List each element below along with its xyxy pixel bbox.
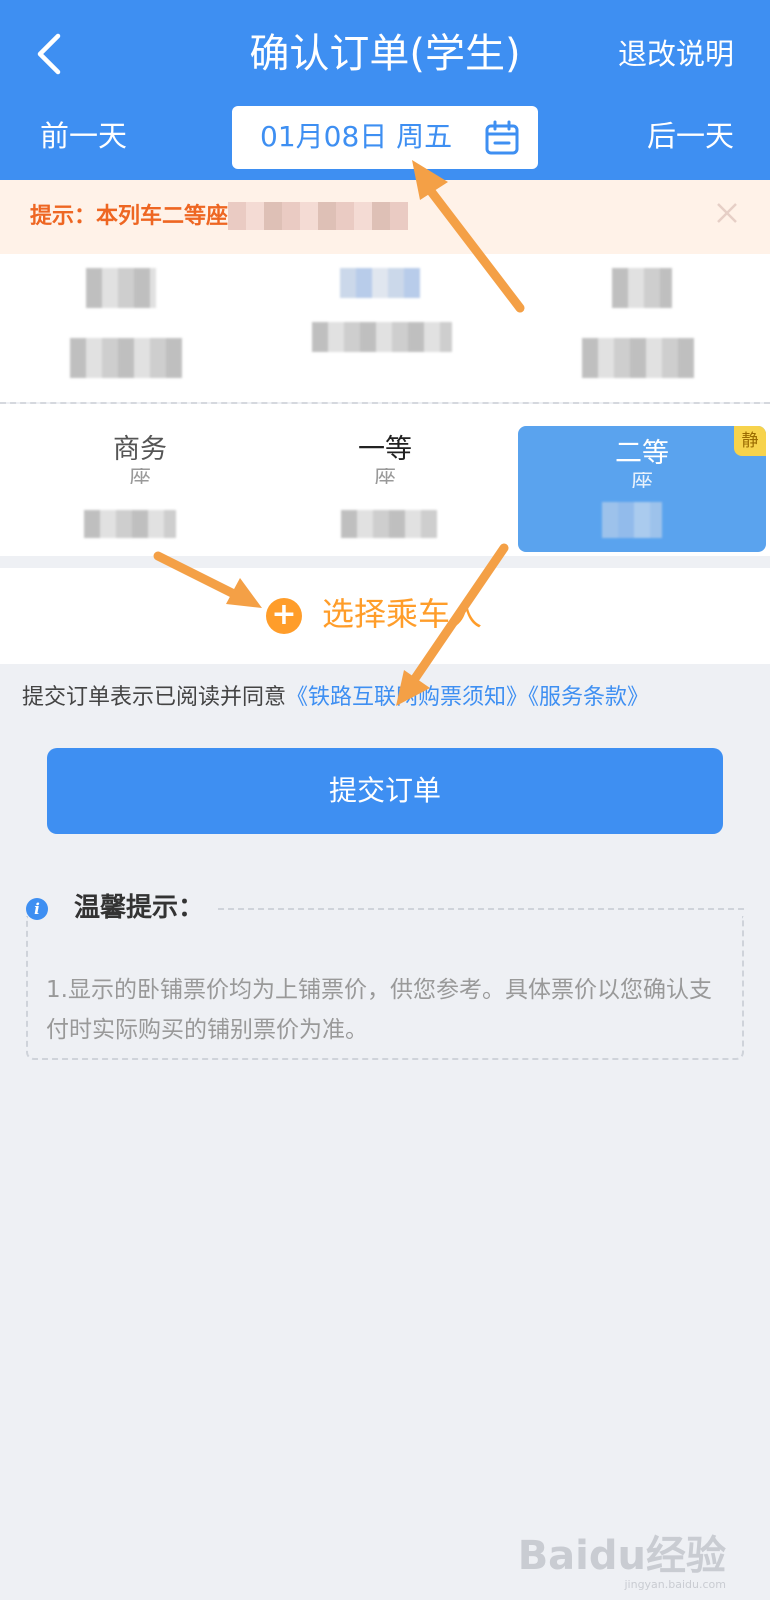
- train-number-blurred: [340, 268, 420, 298]
- departure-time-blurred: [70, 338, 182, 378]
- seat-business[interactable]: 商务 座: [40, 418, 240, 548]
- seat-second-price-blurred: [602, 502, 662, 538]
- submit-order-button[interactable]: 提交订单: [47, 748, 723, 834]
- tips-text: 1.显示的卧铺票价均为上铺票价，供您参考。具体票价以您确认支付时实际购买的铺别票…: [46, 977, 712, 1043]
- seat-second-class[interactable]: 静 二等 座: [518, 426, 766, 552]
- quiet-car-badge: 静: [734, 426, 766, 456]
- tips-dash: [218, 908, 744, 910]
- arrival-time-blurred: [582, 338, 694, 378]
- add-icon: +: [266, 598, 302, 634]
- prev-day-button[interactable]: 前一天: [40, 116, 127, 156]
- arrival-station-blurred: [612, 268, 672, 308]
- departure-station-blurred: [86, 268, 156, 308]
- baidu-watermark: Baidu经验 jingyan.baidu.com: [518, 1534, 726, 1592]
- select-passenger-label: 选择乘车人: [322, 595, 483, 633]
- seat-business-name: 商务: [113, 434, 167, 465]
- duration-blurred: [312, 322, 452, 352]
- seat-second-name: 二等: [615, 438, 669, 469]
- seat-business-price-blurred: [84, 510, 176, 538]
- train-info: [0, 254, 770, 402]
- notice-text: 提示：本列车二等座: [30, 204, 229, 229]
- agreement-prefix: 提交订单表示已阅读并同意: [22, 685, 287, 710]
- passenger-selector[interactable]: + 选择乘车人: [0, 568, 770, 664]
- notice-bar: 提示：本列车二等座: [0, 180, 770, 254]
- tips-box: 1.显示的卧铺票价均为上铺票价，供您参考。具体票价以您确认支付时实际购买的铺别票…: [26, 916, 744, 1060]
- seat-business-suffix: 座: [128, 468, 151, 484]
- seat-first-class[interactable]: 一等 座: [285, 418, 485, 548]
- watermark-logo: Baidu经验: [517, 1533, 726, 1579]
- seat-first-price-blurred: [341, 510, 437, 538]
- refund-policy-link[interactable]: 退改说明: [618, 34, 734, 74]
- agreement-text: 提交订单表示已阅读并同意《铁路互联网购票须知》《服务条款》: [22, 682, 649, 714]
- seat-first-name: 一等: [358, 434, 412, 465]
- date-text: 01月08日 周五: [260, 120, 453, 153]
- date-selector[interactable]: 01月08日 周五: [232, 106, 538, 169]
- seat-first-suffix: 座: [373, 468, 396, 484]
- terms-link[interactable]: 《服务条款》: [528, 685, 649, 710]
- watermark-url: jingyan.baidu.com: [624, 1578, 726, 1591]
- next-day-button[interactable]: 后一天: [647, 116, 734, 156]
- calendar-icon: [485, 120, 519, 155]
- seat-class-selector: 商务 座 一等 座 静 二等 座: [0, 404, 770, 556]
- header: 确认订单(学生) 退改说明 前一天 后一天 01月08日 周五: [0, 0, 770, 180]
- ticket-notice-link[interactable]: 《铁路互联网购票须知》: [286, 685, 528, 710]
- close-icon[interactable]: [714, 200, 740, 226]
- seat-second-suffix: 座: [630, 472, 653, 488]
- notice-blurred-text: [228, 202, 408, 230]
